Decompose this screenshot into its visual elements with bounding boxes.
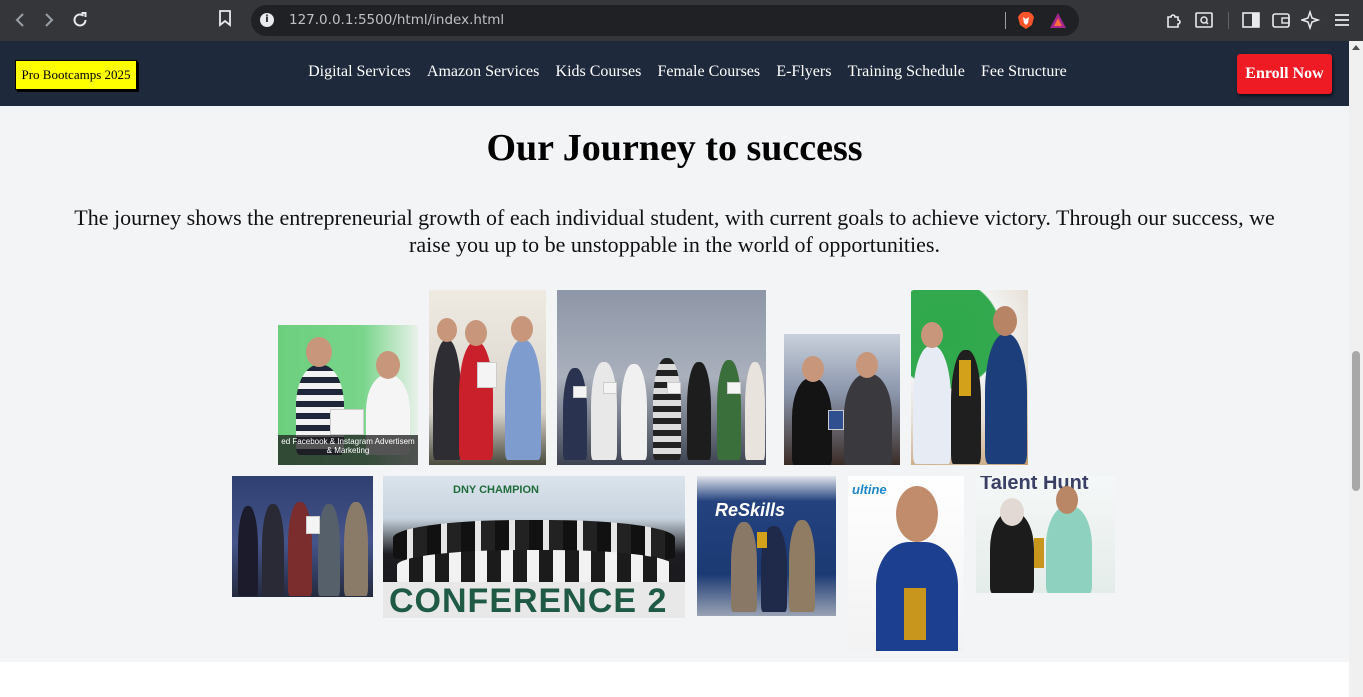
photo-facebook-instagram-certificate[interactable]: ed Facebook & Instagram Advertisem & Mar…: [278, 325, 418, 465]
photo-talent-award[interactable]: Talent Hunt: [976, 476, 1115, 593]
url-divider: [1005, 12, 1006, 29]
page-search-icon[interactable]: [1194, 10, 1214, 30]
enroll-now-button[interactable]: Enroll Now: [1237, 54, 1332, 94]
photo-group-certificates[interactable]: [557, 290, 766, 465]
photo-reskills-stage[interactable]: ReSkills: [697, 476, 836, 616]
url-text[interactable]: 127.0.0.1:5500/html/index.html: [289, 12, 504, 28]
nav-link-kids-courses[interactable]: Kids Courses: [547, 63, 649, 81]
nav-link-fee-structure[interactable]: Fee Structure: [973, 63, 1075, 81]
nav-link-amazon-services[interactable]: Amazon Services: [419, 63, 548, 81]
sidebar-icon[interactable]: [1241, 10, 1261, 30]
nav-link-e-flyers[interactable]: E-Flyers: [768, 63, 839, 81]
photo-shield-award[interactable]: [784, 334, 900, 465]
nav-link-training-schedule[interactable]: Training Schedule: [840, 63, 973, 81]
nav-link-female-courses[interactable]: Female Courses: [649, 63, 768, 81]
toolbar-divider: [1228, 12, 1229, 29]
brave-shields-icon[interactable]: [1017, 11, 1035, 30]
back-icon[interactable]: [9, 9, 31, 31]
section-title: Our Journey to success: [486, 127, 863, 169]
conference-banner: CONFERENCE 2: [383, 582, 685, 618]
reskills-banner: ReSkills: [715, 500, 786, 520]
nav-link-digital-services[interactable]: Digital Services: [300, 63, 419, 81]
page-viewport: Pro Bootcamps 2025 Digital Services Amaz…: [0, 41, 1349, 697]
journey-section: Our Journey to success The journey shows…: [0, 106, 1349, 662]
nav-links: Digital Services Amazon Services Kids Co…: [300, 63, 1075, 81]
forward-icon[interactable]: [38, 9, 60, 31]
photo-trophy-president[interactable]: [911, 290, 1028, 465]
menu-icon[interactable]: [1332, 10, 1352, 30]
section-description: The journey shows the entrepreneurial gr…: [74, 205, 1275, 257]
extensions-icon[interactable]: [1164, 10, 1184, 30]
brave-rewards-icon[interactable]: [1049, 12, 1067, 29]
leo-ai-icon[interactable]: [1299, 9, 1321, 31]
scroll-up-arrow[interactable]: [1352, 45, 1360, 50]
site-info-icon[interactable]: i: [260, 13, 274, 27]
reload-icon[interactable]: [69, 9, 91, 31]
address-bar[interactable]: i 127.0.0.1:5500/html/index.html: [251, 5, 1079, 36]
bookmark-icon[interactable]: [218, 9, 238, 31]
photo-trophy-portrait[interactable]: ultine: [848, 476, 964, 651]
photo-reskills-award[interactable]: [232, 476, 373, 597]
photo-conference-group[interactable]: DNY CHAMPION CONFERENCE 2: [383, 476, 685, 618]
wallet-icon[interactable]: [1271, 10, 1291, 30]
scroll-thumb[interactable]: [1352, 351, 1360, 491]
browser-toolbar: i 127.0.0.1:5500/html/index.html: [0, 0, 1363, 41]
photo-certificate-handover[interactable]: [429, 290, 546, 465]
photo-caption: ed Facebook & Instagram Advertisem & Mar…: [278, 435, 418, 465]
page-scrollbar[interactable]: [1349, 41, 1363, 697]
brand-logo[interactable]: Pro Bootcamps 2025: [15, 60, 137, 90]
site-navbar: Pro Bootcamps 2025 Digital Services Amaz…: [0, 41, 1349, 106]
